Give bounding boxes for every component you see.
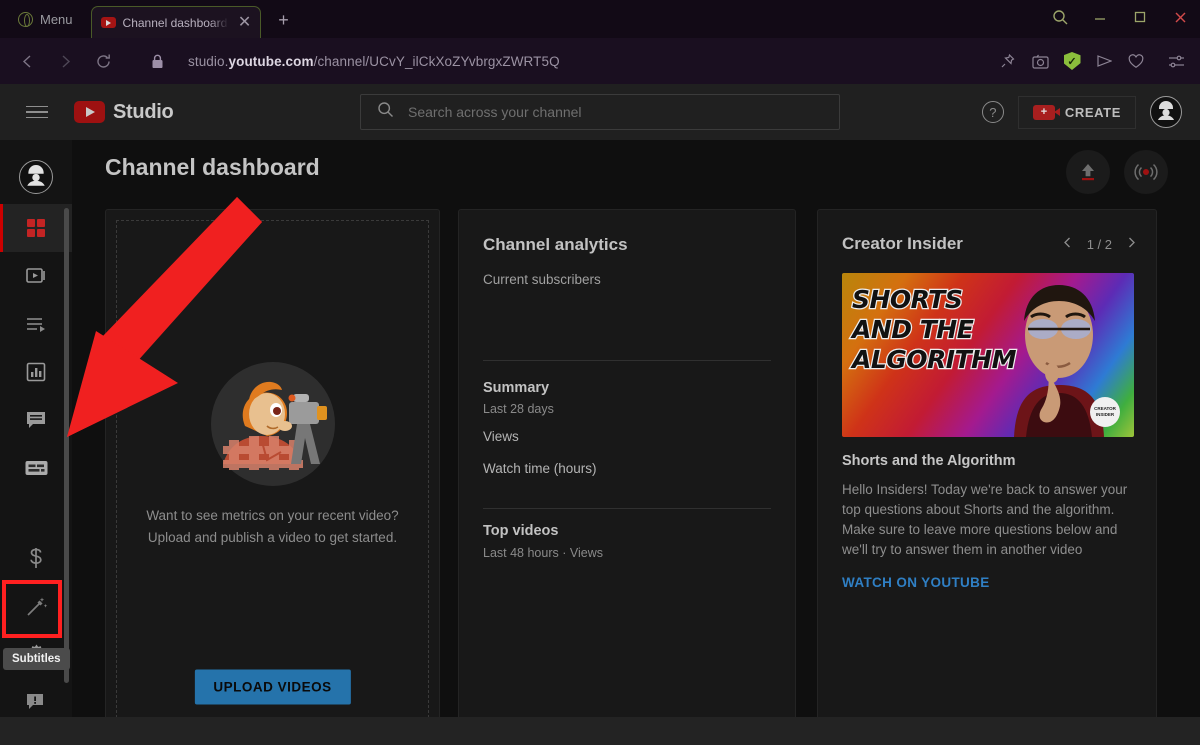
creator-insider-card: Creator Insider 1 / 2 bbox=[817, 209, 1157, 745]
studio-sidebar: Subtitles bbox=[0, 140, 72, 745]
close-icon[interactable]: ✕ bbox=[236, 15, 254, 31]
tab-title: Channel dashboard - YouTu bbox=[123, 16, 229, 30]
heart-icon[interactable] bbox=[1122, 47, 1150, 75]
sidebar-item-playlists[interactable] bbox=[0, 300, 72, 348]
insider-pager: 1 / 2 bbox=[1061, 236, 1138, 252]
studio-logo-text: Studio bbox=[113, 101, 173, 124]
send-icon[interactable] bbox=[1090, 47, 1118, 75]
youtube-favicon bbox=[101, 17, 116, 28]
insider-video-description: Hello Insiders! Today we're back to answ… bbox=[842, 480, 1132, 560]
create-button[interactable]: + CREATE bbox=[1018, 96, 1136, 129]
insider-video-thumbnail[interactable]: SHORTS AND THE ALGORITHM CREATOR INSIDER bbox=[842, 273, 1134, 437]
opera-menu-button[interactable]: Menu bbox=[12, 4, 79, 34]
upload-icon[interactable] bbox=[1066, 150, 1110, 194]
upload-videos-button[interactable]: UPLOAD VIDEOS bbox=[194, 670, 350, 705]
divider bbox=[483, 360, 771, 361]
account-avatar[interactable] bbox=[1150, 96, 1182, 128]
upload-prompt-line1: Want to see metrics on your recent video… bbox=[106, 505, 439, 527]
browser-address-bar: studio.youtube.com/channel/UCvY_ilCkXoZY… bbox=[0, 38, 1200, 84]
upload-prompt-line2: Upload and publish a video to get starte… bbox=[106, 527, 439, 549]
minimize-icon[interactable] bbox=[1080, 0, 1120, 34]
lock-icon[interactable] bbox=[140, 44, 174, 78]
sidebar-item-monetization[interactable] bbox=[0, 534, 72, 582]
browser-tab[interactable]: Channel dashboard - YouTu ✕ bbox=[91, 6, 261, 38]
youtube-play-icon bbox=[74, 101, 105, 123]
channel-avatar[interactable] bbox=[19, 160, 53, 194]
chevron-left-icon[interactable] bbox=[1061, 236, 1074, 252]
metric-views: Views bbox=[483, 429, 519, 444]
go-live-icon[interactable] bbox=[1124, 150, 1168, 194]
summary-period: Last 28 days bbox=[483, 402, 554, 416]
top-videos-title: Top videos bbox=[483, 523, 558, 539]
metric-watch-time: Watch time (hours) bbox=[483, 461, 597, 476]
url-domain: youtube.com bbox=[228, 54, 313, 69]
studio-header-actions: ? + CREATE bbox=[982, 84, 1182, 140]
create-button-label: CREATE bbox=[1065, 105, 1121, 120]
insider-card-title: Creator Insider bbox=[842, 234, 963, 254]
url-text[interactable]: studio.youtube.com/channel/UCvY_ilCkXoZY… bbox=[188, 54, 560, 69]
sliders-icon[interactable] bbox=[1162, 47, 1190, 75]
pin-icon[interactable] bbox=[994, 47, 1022, 75]
reload-icon[interactable] bbox=[86, 44, 120, 78]
divider bbox=[483, 508, 771, 509]
upload-prompt: Want to see metrics on your recent video… bbox=[106, 505, 439, 549]
chevron-left-icon[interactable] bbox=[10, 44, 44, 78]
channel-analytics-card: Channel analytics Current subscribers Su… bbox=[458, 209, 796, 745]
studio-logo[interactable]: Studio bbox=[74, 101, 173, 124]
hamburger-icon[interactable] bbox=[26, 106, 48, 119]
video-camera-plus-icon: + bbox=[1033, 105, 1055, 120]
search-placeholder: Search across your channel bbox=[408, 104, 582, 120]
current-subscribers-label: Current subscribers bbox=[483, 272, 601, 287]
screen: Menu Channel dashboard - YouTu ✕ + bbox=[0, 0, 1200, 745]
youtube-studio-app: Studio ? + CREATE bbox=[0, 84, 1200, 745]
search-icon[interactable] bbox=[1040, 0, 1080, 34]
dashboard-content: Channel dashboard bbox=[72, 140, 1200, 745]
insider-badge-text2: INSIDER bbox=[1096, 412, 1114, 418]
plus-icon[interactable]: + bbox=[275, 11, 293, 29]
bottom-status-bar bbox=[0, 717, 1200, 745]
thumbnail-text: SHORTS AND THE ALGORITHM bbox=[852, 285, 1027, 375]
opera-menu-icon bbox=[18, 12, 33, 27]
sidebar-tooltip-subtitles: Subtitles bbox=[3, 648, 70, 670]
address-bar-actions: ✓ bbox=[994, 38, 1190, 84]
url-path: /channel/UCvY_ilCkXoZYvbrgxZWRT5Q bbox=[314, 54, 560, 69]
watch-on-youtube-link[interactable]: WATCH ON YOUTUBE bbox=[842, 575, 990, 590]
sidebar-item-comments[interactable] bbox=[0, 396, 72, 444]
sidebar-item-dashboard[interactable] bbox=[0, 204, 72, 252]
sidebar-item-content[interactable] bbox=[0, 252, 72, 300]
browser-tab-bar: Menu Channel dashboard - YouTu ✕ + bbox=[0, 0, 1200, 38]
summary-title: Summary bbox=[483, 380, 549, 396]
chevron-right-icon[interactable] bbox=[1125, 236, 1138, 252]
chevron-right-icon bbox=[48, 44, 82, 78]
page-actions bbox=[1066, 150, 1168, 194]
help-circle-icon[interactable]: ? bbox=[982, 101, 1004, 123]
maximize-icon[interactable] bbox=[1120, 0, 1160, 34]
sidebar-item-customization[interactable] bbox=[0, 582, 72, 630]
snapshot-icon[interactable] bbox=[1026, 47, 1054, 75]
search-input[interactable]: Search across your channel bbox=[360, 94, 840, 130]
analytics-card-title: Channel analytics bbox=[483, 235, 628, 255]
sidebar-item-analytics[interactable] bbox=[0, 348, 72, 396]
menu-label: Menu bbox=[40, 12, 73, 27]
window-controls bbox=[1040, 0, 1200, 34]
shield-check-icon[interactable]: ✓ bbox=[1058, 47, 1086, 75]
search-icon bbox=[377, 101, 394, 123]
insider-badge: CREATOR INSIDER bbox=[1090, 397, 1120, 427]
top-videos-period: Last 48 hours · Views bbox=[483, 546, 603, 560]
url-prefix: studio. bbox=[188, 54, 228, 69]
sidebar-scrollbar[interactable] bbox=[64, 208, 69, 683]
insider-video-title: Shorts and the Algorithm bbox=[842, 453, 1015, 469]
close-icon[interactable] bbox=[1160, 0, 1200, 34]
page-title: Channel dashboard bbox=[105, 154, 320, 181]
sidebar-item-subtitles[interactable] bbox=[0, 444, 72, 492]
upload-video-card: Want to see metrics on your recent video… bbox=[105, 209, 440, 734]
creator-with-camera-illustration bbox=[209, 360, 337, 493]
insider-pager-label: 1 / 2 bbox=[1087, 237, 1112, 252]
